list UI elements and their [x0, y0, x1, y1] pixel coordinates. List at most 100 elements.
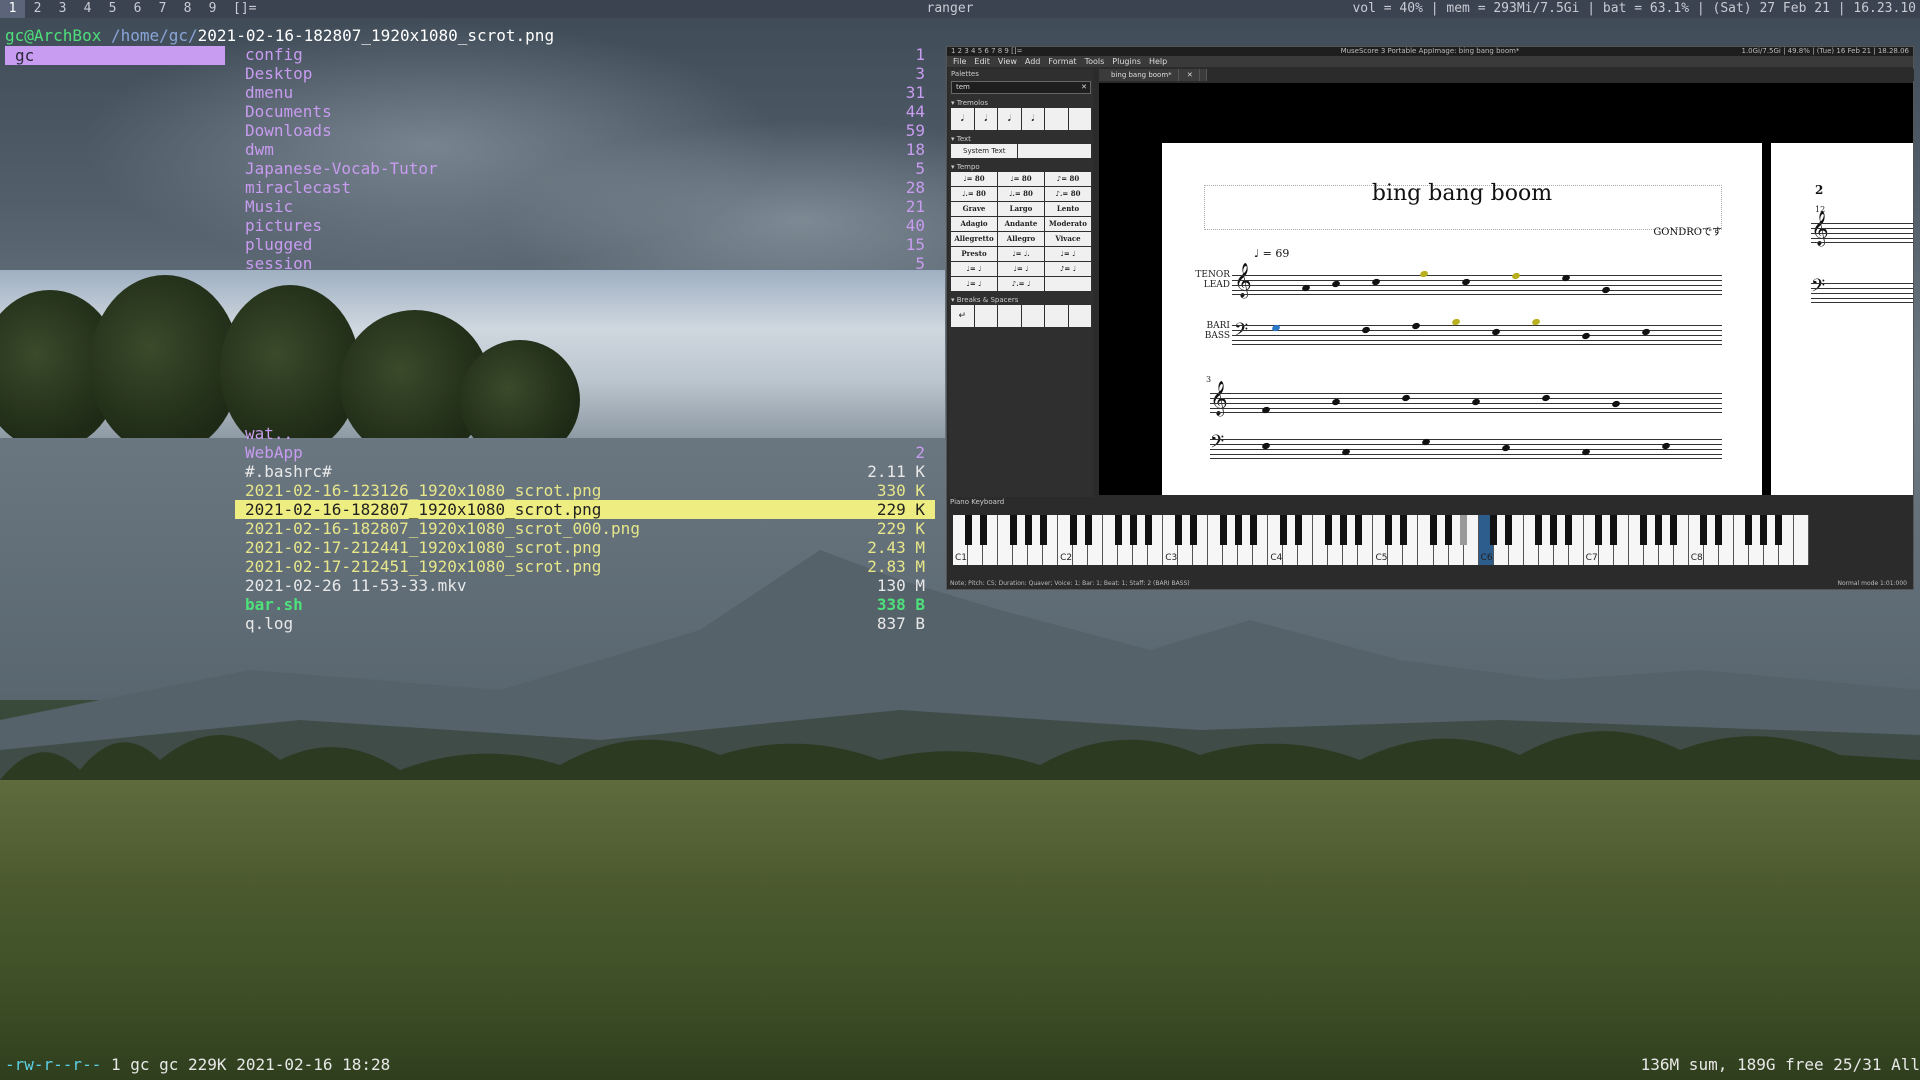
file-row-selected[interactable]: 2021-02-16-182807_1920x1080_scrot.png 229… — [235, 500, 935, 519]
black-key[interactable] — [1009, 515, 1017, 545]
dir-row[interactable]: Music 21 — [235, 197, 935, 216]
break-icon[interactable]: ↵ — [951, 305, 974, 327]
menu-help[interactable]: Help — [1149, 56, 1167, 67]
parent-item-gc[interactable]: gc — [5, 46, 225, 65]
tempo-cell[interactable]: ♩= ♩ — [998, 262, 1044, 276]
tempo-cell[interactable]: ♩= 80 — [951, 172, 997, 186]
tag-4[interactable]: 4 — [75, 0, 100, 18]
dir-row[interactable]: Japanese-Vocab-Tutor 5 — [235, 159, 935, 178]
menu-file[interactable]: File — [953, 56, 966, 67]
tempo-cell[interactable]: ♩= ♩ — [951, 277, 997, 291]
black-key[interactable] — [1279, 515, 1287, 545]
tempo-cell[interactable]: ♪.= ♩ — [998, 277, 1044, 291]
file-row[interactable]: 2021-02-17-212441_1920x1080_scrot.png 2.4… — [235, 538, 935, 557]
tempo-cell[interactable]: ♪.= 80 — [1045, 187, 1091, 201]
tag-3[interactable]: 3 — [50, 0, 75, 18]
black-key[interactable] — [1114, 515, 1122, 545]
black-key[interactable] — [1460, 515, 1468, 545]
black-key[interactable] — [1385, 515, 1392, 545]
tempo-cell[interactable]: Andante — [998, 217, 1044, 231]
file-row[interactable]: 2021-02-17-212451_1920x1080_scrot.png 2.8… — [235, 557, 935, 576]
black-key[interactable] — [1249, 515, 1257, 545]
file-row[interactable]: #.bashrc# 2.11 K — [235, 462, 935, 481]
black-key[interactable] — [1069, 515, 1077, 545]
black-key[interactable] — [1565, 515, 1573, 545]
black-key[interactable] — [1595, 515, 1603, 545]
black-key[interactable] — [1610, 515, 1618, 545]
tempo-cell[interactable]: Largo — [998, 202, 1044, 216]
black-key[interactable] — [964, 515, 972, 545]
tempo-cell[interactable]: ♩= 80 — [998, 172, 1044, 186]
tempo-marking[interactable]: ♩ = 69 — [1254, 247, 1289, 260]
tempo-cell[interactable]: ♪= 80 — [1045, 172, 1091, 186]
tempo-cell[interactable]: Grave — [951, 202, 997, 216]
staff-system-2-upper[interactable] — [1210, 393, 1722, 413]
tempo-cell[interactable]: Presto — [951, 247, 997, 261]
file-row[interactable]: 2021-02-26 11-53-33.mkv 130 M — [235, 576, 935, 595]
tag-9[interactable]: 9 — [200, 0, 225, 18]
black-key[interactable] — [1670, 515, 1678, 545]
menu-view[interactable]: View — [998, 56, 1017, 67]
dir-row[interactable]: miraclecast 28 — [235, 178, 935, 197]
file-row[interactable]: 2021-02-16-123126_1920x1080_scrot.png 330… — [235, 481, 935, 500]
tempo-cell[interactable]: Allegretto — [951, 232, 997, 246]
dir-row[interactable]: Downloads 59 — [235, 121, 935, 140]
musescore-window[interactable]: 1 2 3 4 5 6 7 8 9 []= MuseScore 3 Portab… — [946, 46, 1914, 590]
staff-system-2-lower[interactable] — [1210, 439, 1722, 459]
dir-row[interactable]: WebApp 2 — [235, 443, 935, 462]
black-key[interactable] — [1354, 515, 1362, 545]
layout-indicator[interactable]: []= — [233, 0, 256, 18]
score-canvas[interactable]: bing bang boom GONDROです ♩ = 69 TENOR LEA… — [1099, 83, 1913, 495]
black-key[interactable] — [1535, 515, 1543, 545]
black-key[interactable] — [1655, 515, 1663, 545]
black-key[interactable] — [1505, 515, 1513, 545]
tempo-cell[interactable]: Lento — [1045, 202, 1091, 216]
black-key[interactable] — [1400, 515, 1408, 545]
tempo-cell[interactable]: ♩= ♩. — [998, 247, 1044, 261]
palette-section-tempo[interactable]: ▾ Tempo ♩= 80 ♩= 80 ♪= 80 ♩.= 80 ♩.= 80 ♪.= 8… — [951, 162, 1091, 291]
menu-tools[interactable]: Tools — [1085, 56, 1105, 67]
dir-row[interactable]: wat.. — [235, 424, 935, 443]
tempo-cell[interactable]: Moderato — [1045, 217, 1091, 231]
palette-section-text[interactable]: ▾ Text System Text — [951, 134, 1091, 158]
palette-section-breaks[interactable]: ▾ Breaks & Spacers ↵ — [951, 295, 1091, 327]
dir-row[interactable]: dwm 18 — [235, 140, 935, 159]
menu-add[interactable]: Add — [1025, 56, 1041, 67]
file-row[interactable]: 2021-02-16-182807_1920x1080_scrot_000.pn… — [235, 519, 935, 538]
dir-row[interactable]: config 1 — [235, 45, 935, 64]
close-tab-icon[interactable]: ✕ — [1180, 69, 1200, 81]
black-key[interactable] — [1219, 515, 1227, 545]
tempo-cell[interactable]: ♩.= 80 — [998, 187, 1044, 201]
black-key[interactable] — [1775, 515, 1783, 545]
black-key[interactable] — [1024, 515, 1032, 545]
white-key[interactable] — [1793, 515, 1809, 565]
tag-6[interactable]: 6 — [125, 0, 150, 18]
black-key[interactable] — [1129, 515, 1137, 545]
tempo-cell[interactable]: ♩.= 80 — [951, 187, 997, 201]
tempo-cell[interactable]: ♩= ♩ — [951, 262, 997, 276]
tempo-cell[interactable]: ♩= ♩ — [1045, 247, 1091, 261]
black-key[interactable] — [1430, 515, 1438, 545]
black-key[interactable] — [1700, 515, 1708, 545]
black-key[interactable] — [1760, 515, 1768, 545]
tag-8[interactable]: 8 — [175, 0, 200, 18]
palette-search-input[interactable]: tem ✕ — [951, 81, 1091, 94]
dir-row[interactable]: Documents 44 — [235, 102, 935, 121]
dir-row[interactable]: plugged 15 — [235, 235, 935, 254]
tempo-cell[interactable] — [1045, 277, 1091, 291]
file-row[interactable]: q.log 837 B — [235, 614, 935, 633]
staff-page2-lower[interactable] — [1811, 283, 1913, 303]
tempo-cell[interactable]: Allegro — [998, 232, 1044, 246]
score-tab[interactable]: bing bang boom* ✕ — [1099, 69, 1207, 81]
black-key[interactable] — [1550, 515, 1558, 545]
tag-1[interactable]: 1 — [0, 0, 25, 18]
black-key[interactable] — [1745, 515, 1753, 545]
tempo-cell[interactable]: Vivace — [1045, 232, 1091, 246]
dir-row[interactable]: Desktop 3 — [235, 64, 935, 83]
score-title[interactable]: bing bang boom — [1162, 181, 1762, 206]
dir-row[interactable]: session 5 — [235, 254, 935, 273]
system-text-cell[interactable]: System Text — [951, 144, 1017, 158]
tag-5[interactable]: 5 — [100, 0, 125, 18]
clear-search-icon[interactable]: ✕ — [1081, 82, 1087, 93]
menu-plugins[interactable]: Plugins — [1112, 56, 1141, 67]
